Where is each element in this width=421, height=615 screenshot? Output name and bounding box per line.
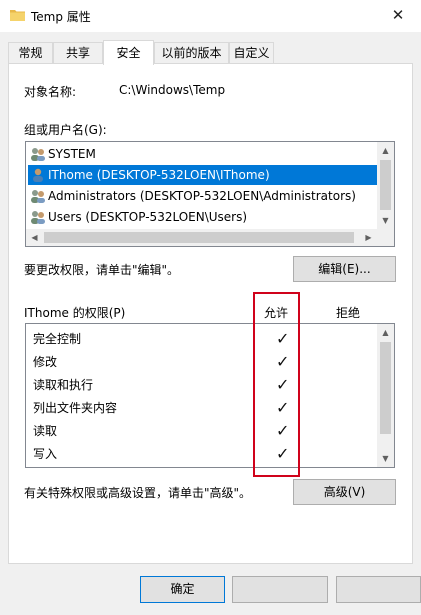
permission-name: 完全控制 [33, 332, 82, 346]
scroll-up-icon[interactable]: ▲ [377, 324, 394, 341]
cancel-button[interactable] [232, 576, 328, 603]
group-list-horizontal-scrollbar[interactable]: ◀ ▶ [26, 229, 377, 246]
advanced-hint: 有关特殊权限或高级设置，请单击"高级"。 [24, 486, 252, 500]
edit-hint: 要更改权限，请单击"编辑"。 [24, 263, 180, 277]
deny-header: 拒绝 [336, 306, 361, 320]
permission-name: 写入 [33, 447, 58, 461]
advanced-button[interactable]: 高级(V) [293, 479, 396, 505]
scroll-down-icon[interactable]: ▼ [377, 212, 394, 229]
user-icon [33, 168, 43, 182]
tab-security[interactable]: 安全 [103, 40, 154, 65]
permission-name: 修改 [33, 355, 58, 369]
permission-name: 读取和执行 [33, 378, 94, 392]
scrollbar-corner [377, 229, 394, 246]
tab-general[interactable]: 常规 [8, 42, 53, 63]
tab-previous-versions[interactable]: 以前的版本 [154, 42, 229, 63]
scrollbar-thumb[interactable] [44, 232, 354, 243]
scroll-down-icon[interactable]: ▼ [377, 450, 394, 467]
scrollbar-thumb[interactable] [380, 160, 391, 210]
group-list-vertical-scrollbar[interactable]: ▲ ▼ [377, 142, 394, 229]
tab-sharing[interactable]: 共享 [53, 42, 103, 63]
permissions-list[interactable]: 完全控制 ✓ 修改 ✓ 读取和执行 ✓ 列出文件夹内容 ✓ 读取 ✓ 写入 ✓ … [25, 323, 395, 468]
object-name-value: C:\Windows\Temp [119, 83, 226, 97]
permission-name: 列出文件夹内容 [33, 401, 118, 415]
permission-row: 修改 ✓ [33, 351, 373, 374]
users-group-icon [31, 211, 45, 224]
users-group-icon [31, 148, 45, 161]
permissions-vertical-scrollbar[interactable]: ▲ ▼ [377, 324, 394, 467]
close-button[interactable]: ✕ [375, 0, 421, 32]
tab-strip: 常规 共享 安全 以前的版本 自定义 [8, 40, 413, 65]
list-item-administrators[interactable]: Administrators (DESKTOP-532LOEN\Administ… [28, 186, 377, 206]
users-group-icon [31, 190, 45, 203]
tab-customize[interactable]: 自定义 [229, 42, 274, 63]
list-item-users[interactable]: Users (DESKTOP-532LOEN\Users) [28, 207, 377, 227]
list-item-label: SYSTEM [48, 147, 96, 161]
permission-row: 写入 ✓ [33, 443, 373, 466]
edit-button[interactable]: 编辑(E)... [293, 256, 396, 282]
object-name-label: 对象名称: [24, 85, 77, 99]
scroll-right-icon[interactable]: ▶ [360, 229, 377, 246]
title-bar[interactable]: Temp 属性 ✕ [0, 0, 421, 32]
folder-icon [10, 10, 25, 21]
permission-row: 完全控制 ✓ [33, 328, 373, 351]
list-item-label: Users (DESKTOP-532LOEN\Users) [48, 210, 248, 224]
groups-label: 组或用户名(G): [24, 123, 107, 137]
list-item-ithome[interactable]: IThome (DESKTOP-532LOEN\IThome) [28, 165, 377, 185]
permissions-label: IThome 的权限(P) [24, 306, 126, 320]
permission-name: 读取 [33, 424, 58, 438]
permission-row: 列出文件夹内容 ✓ [33, 397, 373, 420]
list-item-label: Administrators (DESKTOP-532LOEN\Administ… [48, 189, 356, 203]
list-item-system[interactable]: SYSTEM [28, 144, 377, 164]
group-user-list[interactable]: SYSTEM IThome (DESKTOP-532LOEN\IThome) A… [25, 141, 395, 247]
security-panel: 对象名称: C:\Windows\Temp 组或用户名(G): SYSTEM I… [8, 63, 413, 564]
window-title: Temp 属性 [31, 10, 91, 24]
close-icon: ✕ [391, 6, 405, 24]
ok-button[interactable]: 确定 [140, 576, 225, 603]
scroll-left-icon[interactable]: ◀ [26, 229, 43, 246]
permission-row: 读取和执行 ✓ [33, 374, 373, 397]
scrollbar-thumb[interactable] [380, 342, 391, 434]
apply-button[interactable] [336, 576, 421, 603]
permission-row: 读取 ✓ [33, 420, 373, 443]
scroll-up-icon[interactable]: ▲ [377, 142, 394, 159]
allow-column-highlight [253, 292, 300, 477]
list-item-label: IThome (DESKTOP-532LOEN\IThome) [48, 168, 270, 182]
